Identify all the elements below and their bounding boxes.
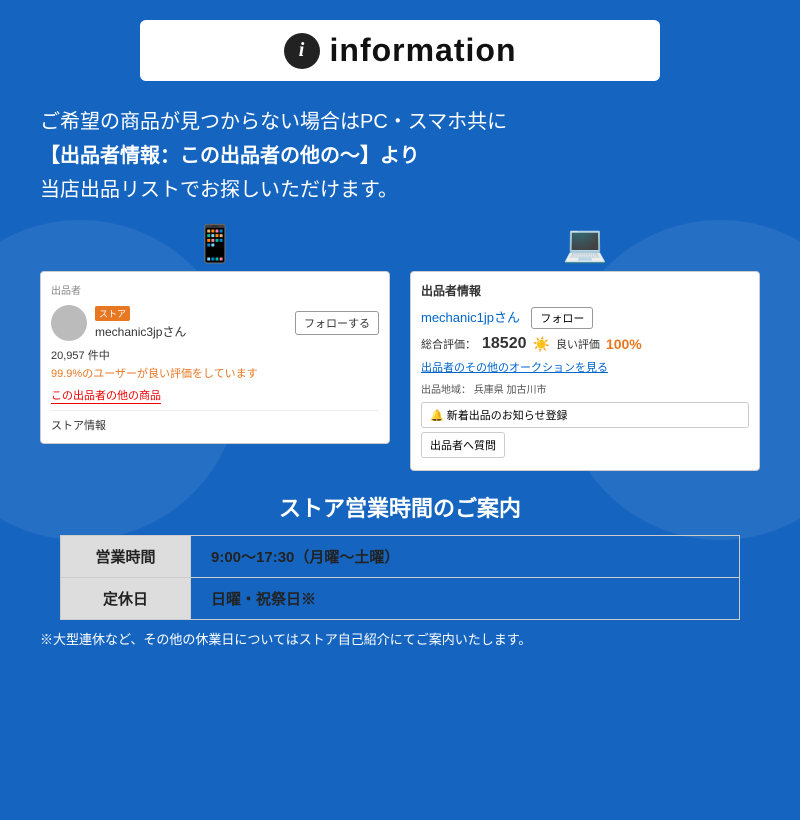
notify-button[interactable]: 🔔 新着出品のお知らせ登録 [421,402,749,428]
avatar [51,305,87,341]
hours-value-2: 日曜・祝祭日※ [191,578,336,619]
good-label: 良い評価 [556,336,600,352]
hours-value-1: 9:00〜17:30（月曜〜土曜） [191,536,419,577]
rating-row: 総合評価： 18520 ☀️ 良い評価 100% [421,335,749,353]
desc-line1: ご希望の商品が見つからない場合はPC・スマホ共に [40,105,760,139]
phone-icon-container: 📱 [193,223,238,265]
follow-button-right[interactable]: フォロー [531,307,593,329]
hours-table-wrapper: 営業時間 9:00〜17:30（月曜〜土曜） 定休日 日曜・祝祭日※ [60,535,740,620]
note-text: ※大型連休など、その他の休業日についてはストア自己紹介にてご案内いたします。 [40,630,760,650]
laptop-icon: 💻 [563,223,608,265]
right-panel-header: 出品者情報 [421,282,749,299]
phone-icon: 📱 [193,223,238,265]
left-panel: 出品者 ストア mechanic3jpさん フォローする 20,957 件中 9… [40,271,390,444]
info-icon: i [284,33,320,69]
user-info: ストア mechanic3jpさん [95,306,186,340]
other-items-link[interactable]: この出品者の他の商品 [51,387,161,404]
store-badge: ストア [95,306,130,321]
follow-button-left[interactable]: フォローする [295,311,379,335]
laptop-icon-container: 💻 [563,223,608,265]
location-value: 兵庫県 加古川市 [474,385,547,396]
good-pct: 100% [606,336,642,352]
right-user-row: mechanic1jpさん フォロー [421,307,749,329]
desktop-col: 💻 出品者情報 mechanic1jpさん フォロー 総合評価： 18520 ☀… [410,223,760,471]
header-box: i information [140,20,660,81]
hours-row-1: 営業時間 9:00〜17:30（月曜〜土曜） [60,535,740,577]
store-hours-title: ストア営業時間のご案内 [30,491,770,523]
main-container: i information ご希望の商品が見つからない場合はPC・スマホ共に 【… [0,20,800,820]
hours-label-1: 営業時間 [61,536,191,577]
right-username: mechanic1jpさん [421,310,520,325]
hours-label-2: 定休日 [61,578,191,619]
left-panel-user: ストア mechanic3jpさん フォローする [51,305,379,341]
header-title: information [330,32,517,69]
sun-emoji: ☀️ [533,336,550,353]
description: ご希望の商品が見つからない場合はPC・スマホ共に 【出品者情報：この出品者の他の… [40,105,760,207]
mobile-col: 📱 出品者 ストア mechanic3jpさん フォローする 20,957 件中… [40,223,390,471]
username: mechanic3jpさん [95,323,186,340]
review-percent: 99.9%のユーザーが良い評価をしています [51,365,379,381]
desc-line3: 当店出品リストでお探しいただけます。 [40,173,760,207]
left-panel-header: 出品者 [51,282,379,297]
right-panel: 出品者情報 mechanic1jpさん フォロー 総合評価： 18520 ☀️ … [410,271,760,471]
screenshots-row: 📱 出品者 ストア mechanic3jpさん フォローする 20,957 件中… [40,223,760,471]
location-row: 出品地域： 兵庫県 加古川市 [421,381,749,396]
hours-row-2: 定休日 日曜・祝祭日※ [60,577,740,620]
rating-num: 18520 [482,335,527,353]
desc-line2: 【出品者情報：この出品者の他の〜】より [40,139,760,173]
location-label: 出品地域： [421,385,471,396]
store-info: ストア情報 [51,410,379,433]
review-count: 20,957 件中 [51,347,379,363]
question-button[interactable]: 出品者へ質問 [421,432,505,458]
rating-label: 総合評価： [421,336,476,352]
auction-link[interactable]: 出品者のその他のオークションを見る [421,359,749,375]
